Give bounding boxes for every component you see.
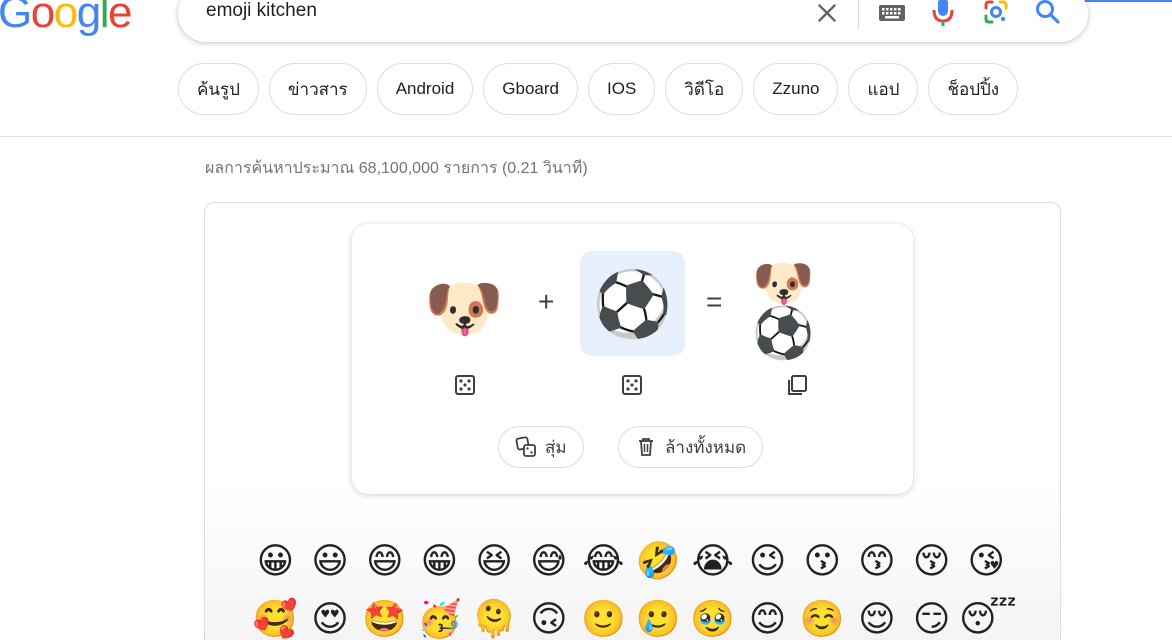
emoji-option[interactable]: 🥹 [686,598,741,640]
emoji-option[interactable]: 😚 [904,540,959,584]
random-label: สุ่ม [545,437,567,457]
emoji-option[interactable]: 😍 [303,598,358,640]
chip-images[interactable]: ค้นรูป [178,63,259,115]
chip-news[interactable]: ข่าวสาร [268,63,367,115]
close-icon[interactable] [814,0,840,26]
emoji-option[interactable]: 😊 [740,598,795,640]
results-stats: ผลการค้นหาประมาณ 68,100,000 รายการ (0.21… [205,160,588,177]
emoji-option[interactable]: 😅 [521,540,576,584]
emoji-option[interactable]: 🙂 [576,598,631,640]
shuffle-dice-icon [515,436,536,457]
emoji-option[interactable]: 🥲 [631,598,686,640]
plus-sign: + [538,286,555,317]
emoji-option[interactable]: 🤩 [357,598,412,640]
logo-letter-g: G [0,0,32,37]
chip-shopping[interactable]: ช็อปปิ้ง [928,63,1019,115]
search-icon[interactable] [1034,0,1062,26]
emoji-option[interactable]: ☺️ [795,598,850,640]
search-box[interactable]: emoji kitchen [178,0,1088,42]
logo-letter-g2: g [76,0,101,37]
random-button[interactable]: สุ่ม [498,426,584,468]
header-divider [0,136,1172,137]
keyboard-icon[interactable] [878,2,906,24]
emoji-option[interactable]: 😆 [467,540,522,584]
logo-letter-o1: o [30,0,55,37]
logo-letter-l: l [99,0,110,37]
result-emoji-glyph: 🐶⚽ [752,255,815,361]
clear-all-button[interactable]: ล้างทั้งหมด [618,426,764,468]
emoji-option[interactable]: 😁 [412,540,467,584]
copy-icon[interactable] [786,374,808,396]
google-lens-icon[interactable] [982,0,1010,26]
equals-sign: = [706,286,723,317]
search-input[interactable]: emoji kitchen [206,0,317,22]
emoji-option[interactable]: 😃 [303,540,358,584]
microphone-icon[interactable] [932,0,954,28]
emoji-option[interactable]: 😄 [357,540,412,584]
chip-videos[interactable]: วิดีโอ [665,63,744,115]
emoji-option[interactable]: 🤣 [631,540,686,584]
emoji-option[interactable]: 😴 [959,598,1017,640]
emoji-option[interactable]: 🫠 [467,598,522,640]
chip-apps[interactable]: แอป [848,63,919,115]
chip-zzuno[interactable]: Zzuno [753,63,839,115]
emoji-picker-grid: 😀 😃 😄 😁 😆 😅 😂 🤣 😭 😉 😗 😙 😚 😘 🥰 😍 🤩 🥳 🫠 🙃 🙂 🥲 🥹 😊 ☺️ 😌 😏 😴 [248,540,1017,640]
right-emoji-slot[interactable]: ⚽ [580,251,685,356]
emoji-option[interactable]: 🙃 [521,598,576,640]
logo-letter-e: e [107,0,132,37]
emoji-option[interactable]: 🥳 [412,598,467,640]
emoji-option[interactable]: 😭 [686,540,741,584]
trash-icon [639,438,653,456]
result-emoji: 🐶⚽ [752,258,842,358]
filter-chips: ค้นรูป ข่าวสาร Android Gboard IOS วิดีโอ… [178,63,1019,115]
emoji-option[interactable]: 😘 [959,540,1014,584]
emoji-option[interactable]: 😗 [795,540,850,584]
google-logo[interactable]: Google [0,0,132,38]
emoji-option[interactable]: 🥰 [248,598,303,640]
logo-letter-o2: o [53,0,78,37]
left-emoji-slot[interactable]: 🐶 [424,268,504,348]
emoji-option[interactable]: 😏 [904,598,959,640]
chip-gboard[interactable]: Gboard [483,63,578,115]
emoji-mixer-panel: 🐶 + ⚽ = 🐶⚽ สุ่ม ล้างทั้งหมด [352,224,913,494]
clear-all-label: ล้างทั้งหมด [665,437,747,457]
dice-icon[interactable] [621,374,643,396]
chip-ios[interactable]: IOS [588,63,656,115]
emoji-option[interactable]: 😌 [850,598,905,640]
chip-android[interactable]: Android [376,63,474,115]
emoji-option[interactable]: 😀 [248,540,303,584]
emoji-option[interactable]: 😙 [850,540,905,584]
search-divider [858,0,859,30]
dice-icon[interactable] [454,374,476,396]
emoji-option[interactable]: 😉 [740,540,795,584]
emoji-option[interactable]: 😂 [576,540,631,584]
